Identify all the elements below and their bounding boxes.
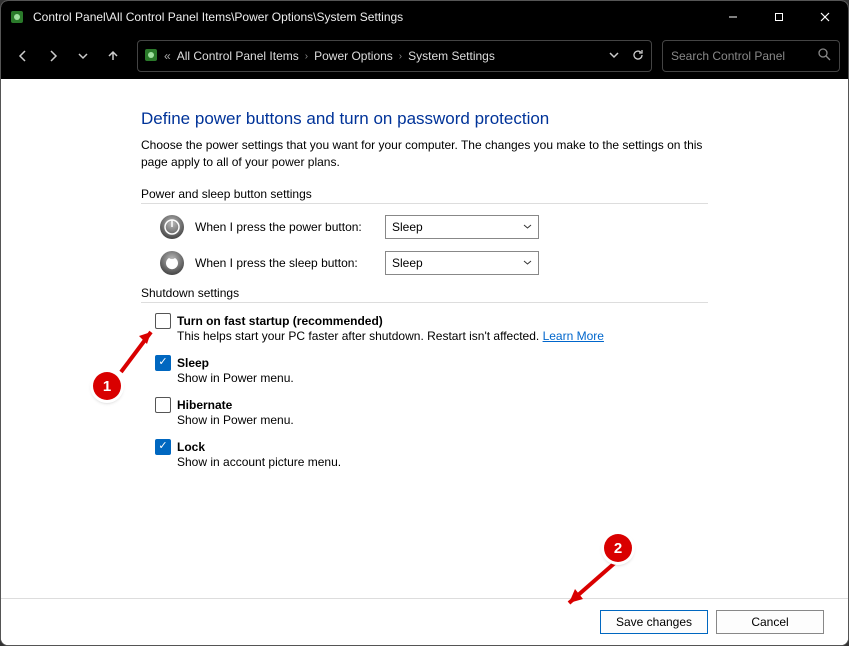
shutdown-item-sleep: ✓ Sleep Show in Power menu. [155, 355, 708, 385]
nav-up-button[interactable] [99, 42, 127, 70]
toolbar: « All Control Panel Items› Power Options… [1, 33, 848, 79]
shutdown-item-fast-startup: Turn on fast startup (recommended) This … [155, 313, 708, 343]
titlebar: Control Panel\All Control Panel Items\Po… [1, 1, 848, 33]
shutdown-item-title: Lock [177, 440, 205, 454]
breadcrumb-item[interactable]: Power Options› [314, 49, 402, 63]
shutdown-item-desc: This helps start your PC faster after sh… [177, 329, 708, 343]
minimize-button[interactable] [710, 1, 756, 33]
shutdown-item-title: Sleep [177, 356, 209, 370]
shutdown-item-hibernate: Hibernate Show in Power menu. [155, 397, 708, 427]
learn-more-link[interactable]: Learn More [543, 329, 604, 343]
content-area: Define power buttons and turn on passwor… [1, 81, 848, 645]
control-panel-icon [9, 9, 25, 25]
setting-label: When I press the sleep button: [195, 256, 385, 270]
shutdown-item-desc: Show in account picture menu. [177, 455, 708, 469]
chevron-right-icon: › [305, 51, 308, 62]
nav-recent-button[interactable] [69, 42, 97, 70]
power-button-dropdown[interactable]: Sleep [385, 215, 539, 239]
control-panel-icon [144, 48, 158, 65]
search-input[interactable]: Search Control Panel [662, 40, 840, 72]
chevron-right-icon: › [399, 51, 402, 62]
shutdown-item-lock: ✓ Lock Show in account picture menu. [155, 439, 708, 469]
lock-checkbox[interactable]: ✓ [155, 439, 171, 455]
power-icon [159, 214, 185, 240]
setting-label: When I press the power button: [195, 220, 385, 234]
shutdown-item-desc: Show in Power menu. [177, 413, 708, 427]
fast-startup-checkbox[interactable] [155, 313, 171, 329]
address-dropdown-button[interactable] [609, 49, 619, 63]
maximize-button[interactable] [756, 1, 802, 33]
annotation-marker-1: 1 [93, 372, 121, 400]
annotation-marker-2: 2 [604, 534, 632, 562]
footer: Save changes Cancel [1, 598, 848, 645]
save-button[interactable]: Save changes [600, 610, 708, 634]
setting-power-button: When I press the power button: Sleep [159, 214, 708, 240]
chevron-down-icon [523, 256, 532, 270]
nav-forward-button[interactable] [39, 42, 67, 70]
breadcrumb-item[interactable]: System Settings [408, 49, 495, 63]
setting-sleep-button: When I press the sleep button: Sleep [159, 250, 708, 276]
shutdown-item-desc: Show in Power menu. [177, 371, 708, 385]
window-title: Control Panel\All Control Panel Items\Po… [33, 10, 710, 24]
section-power-sleep: Power and sleep button settings [141, 187, 708, 204]
nav-back-button[interactable] [9, 42, 37, 70]
page-title: Define power buttons and turn on passwor… [141, 109, 708, 129]
breadcrumb-prefix: « [164, 49, 171, 63]
window-controls [710, 1, 848, 33]
chevron-down-icon [523, 220, 532, 234]
sleep-checkbox[interactable]: ✓ [155, 355, 171, 371]
search-placeholder: Search Control Panel [671, 49, 785, 63]
section-shutdown: Shutdown settings [141, 286, 708, 303]
page-description: Choose the power settings that you want … [141, 137, 708, 171]
close-button[interactable] [802, 1, 848, 33]
window-frame: Control Panel\All Control Panel Items\Po… [0, 0, 849, 646]
sleep-icon [159, 250, 185, 276]
search-icon [818, 48, 831, 64]
shutdown-item-title: Hibernate [177, 398, 232, 412]
shutdown-item-title: Turn on fast startup (recommended) [177, 314, 383, 328]
refresh-button[interactable] [631, 48, 645, 65]
cancel-button[interactable]: Cancel [716, 610, 824, 634]
sleep-button-dropdown[interactable]: Sleep [385, 251, 539, 275]
hibernate-checkbox[interactable] [155, 397, 171, 413]
address-bar[interactable]: « All Control Panel Items› Power Options… [137, 40, 652, 72]
breadcrumb-item[interactable]: All Control Panel Items› [177, 49, 308, 63]
